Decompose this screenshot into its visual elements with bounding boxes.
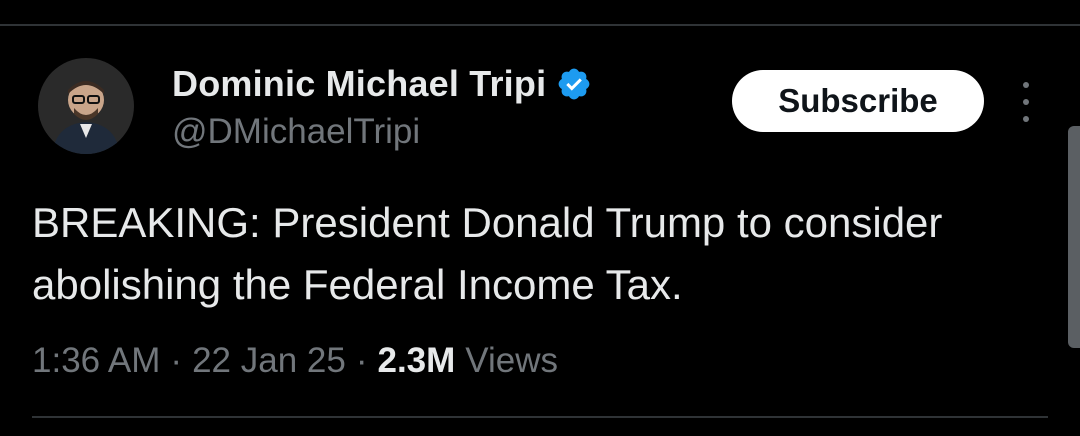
top-divider xyxy=(0,24,1080,26)
meta-separator: · xyxy=(355,341,368,380)
avatar-image xyxy=(38,58,134,154)
author-name-row: Dominic Michael Tripi xyxy=(172,60,592,108)
tweet-time[interactable]: 1:36 AM xyxy=(32,341,160,381)
tweet-date[interactable]: 22 Jan 25 xyxy=(192,341,346,381)
views-label: Views xyxy=(465,341,559,380)
verified-badge-icon[interactable] xyxy=(556,66,592,102)
views-count[interactable]: 2.3M xyxy=(377,341,455,381)
subscribe-button[interactable]: Subscribe xyxy=(732,70,984,132)
tweet-text: BREAKING: President Donald Trump to cons… xyxy=(32,199,943,308)
author-display-name[interactable]: Dominic Michael Tripi xyxy=(172,63,546,105)
meta-separator: · xyxy=(170,341,183,380)
author-handle[interactable]: @DMichaelTripi xyxy=(172,112,420,152)
avatar[interactable] xyxy=(38,58,134,154)
bottom-divider xyxy=(32,416,1048,418)
scrollbar[interactable] xyxy=(1068,126,1080,348)
more-vertical-icon[interactable] xyxy=(1014,82,1038,122)
tweet-meta: 1:36 AM · 22 Jan 25 · 2.3M Views xyxy=(32,338,558,384)
